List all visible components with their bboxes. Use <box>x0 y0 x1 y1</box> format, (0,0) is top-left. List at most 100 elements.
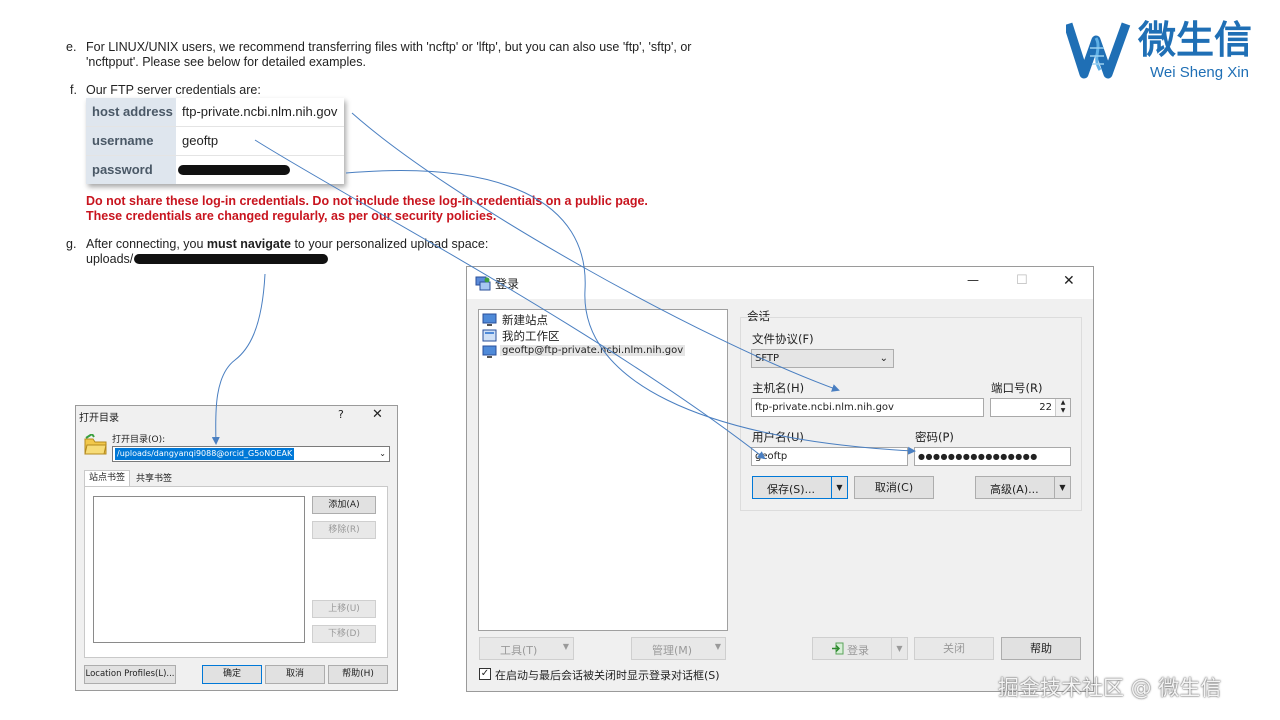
site-item-label: geoftp@ftp-private.ncbi.nlm.nih.gov <box>500 345 686 356</box>
close-button[interactable]: 关闭 <box>914 637 994 660</box>
chevron-down-icon[interactable]: ⌄ <box>880 350 888 367</box>
site-item-label: 新建站点 <box>502 313 548 327</box>
show-login-checkbox-label: 在启动与最后会话被关闭时显示登录对话框(S) <box>495 669 720 682</box>
port-stepper[interactable]: ▲ ▼ <box>1055 399 1070 416</box>
port-value: 22 <box>1039 402 1052 413</box>
item-g-marker: g. <box>66 237 77 251</box>
remove-button[interactable]: 移除(R) <box>312 521 376 539</box>
save-button-label: 保存(S)... <box>767 483 816 496</box>
save-button[interactable]: 保存(S)... ▼ <box>752 476 848 499</box>
close-icon[interactable]: ✕ <box>372 407 383 422</box>
upload-path-prefix: uploads/ <box>86 252 134 266</box>
brand-logo: 微生信 Wei Sheng Xin <box>1066 18 1272 84</box>
item-g-text: After connecting, you must navigate to y… <box>86 237 488 252</box>
redaction-scribble <box>178 165 290 175</box>
login-button[interactable]: 登录 ▼ <box>812 637 908 660</box>
credentials-table: host address ftp-private.ncbi.nlm.nih.go… <box>86 98 344 184</box>
item-g-after: to your personalized upload space: <box>290 237 489 251</box>
app-icon <box>475 276 491 291</box>
dropdown-arrow-icon: ▼ <box>714 642 721 651</box>
login-button-label: 登录 <box>847 644 869 657</box>
host-field[interactable]: ftp-private.ncbi.nlm.nih.gov <box>751 398 984 417</box>
credential-key: host address <box>86 98 176 126</box>
protocol-label: 文件协议(F) <box>752 332 814 346</box>
maximize-icon[interactable]: ☐ <box>1016 273 1028 288</box>
folder-icon <box>84 434 107 455</box>
credential-row-username: username geoftp <box>86 127 344 156</box>
open-directory-dialog: 打开目录 ? ✕ 打开目录(O): /uploads/dangyanqi9088… <box>75 405 398 691</box>
tools-button[interactable]: 工具(T) ▼ <box>479 637 574 660</box>
credential-key: password <box>86 156 176 184</box>
credential-value: geoftp <box>176 127 344 155</box>
dropdown-arrow-icon: ▼ <box>562 642 569 651</box>
username-label: 用户名(U) <box>752 430 804 444</box>
item-e-line2: 'ncftpput'. Please see below for detaile… <box>86 55 366 69</box>
advanced-button-label: 高级(A)... <box>990 483 1039 496</box>
login-dialog: 登录 — ☐ ✕ 新建站点 我的工作区 geoftp@ftp-private.n… <box>466 266 1094 692</box>
minimize-icon[interactable]: — <box>967 273 979 287</box>
credential-value: ftp-private.ncbi.nlm.nih.gov <box>176 98 344 126</box>
move-down-button[interactable]: 下移(D) <box>312 625 376 643</box>
credential-value <box>176 156 344 184</box>
advanced-button[interactable]: 高级(A)... ▼ <box>975 476 1071 499</box>
bookmark-list[interactable] <box>93 496 305 643</box>
dropdown-arrow-icon: ▼ <box>891 638 907 659</box>
brand-name-cn: 微生信 <box>1138 18 1253 62</box>
add-button[interactable]: 添加(A) <box>312 496 376 514</box>
help-button[interactable]: 帮助(H) <box>328 665 388 684</box>
host-label: 主机名(H) <box>752 381 805 395</box>
password-label: 密码(P) <box>915 430 954 444</box>
tab-shared-bookmarks[interactable]: 共享书签 <box>131 472 177 486</box>
item-e-marker: e. <box>66 40 77 54</box>
redaction-scribble <box>134 254 328 264</box>
dir-path-value: /uploads/dangyanqi9088@orcid_G5oNOEAK <box>115 448 295 460</box>
manage-button-label: 管理(M) <box>652 644 693 657</box>
tools-button-label: 工具(T) <box>500 644 538 657</box>
location-profiles-button[interactable]: Location Profiles(L)... <box>84 665 176 684</box>
monitor-icon <box>482 345 497 358</box>
credential-row-password: password <box>86 156 344 184</box>
password-field[interactable]: ●●●●●●●●●●●●●●●● <box>914 447 1071 466</box>
warning-line2: These credentials are changed regularly,… <box>86 209 497 223</box>
upload-path: uploads/ <box>86 252 133 267</box>
dir-label: 打开目录(O): <box>112 435 166 445</box>
item-f-text: Our FTP server credentials are: <box>86 83 261 97</box>
item-g-before: After connecting, you <box>86 237 207 251</box>
dna-w-icon <box>1066 22 1131 79</box>
protocol-value: SFTP <box>755 353 780 364</box>
item-e-line1: For LINUX/UNIX users, we recommend trans… <box>86 40 692 54</box>
show-login-checkbox[interactable]: ✓ <box>479 668 491 680</box>
chevron-down-icon[interactable]: ⌄ <box>379 447 386 461</box>
credential-key: username <box>86 127 176 155</box>
port-field[interactable]: 22 ▲ ▼ <box>990 398 1071 417</box>
brand-name-en: Wei Sheng Xin <box>1150 64 1249 81</box>
title-bar <box>467 267 1093 299</box>
watermark: 掘金技术社区 @ 微生信 <box>998 676 1222 700</box>
item-f-marker: f. <box>70 83 77 97</box>
warning-line1: Do not share these log-in credentials. D… <box>86 194 648 208</box>
manage-button[interactable]: 管理(M) ▼ <box>631 637 726 660</box>
move-up-button[interactable]: 上移(U) <box>312 600 376 618</box>
protocol-select[interactable]: SFTP ⌄ <box>751 349 894 368</box>
help-button[interactable]: 帮助 <box>1001 637 1081 660</box>
site-tree[interactable]: 新建站点 我的工作区 geoftp@ftp-private.ncbi.nlm.n… <box>478 309 728 631</box>
username-field[interactable]: geoftp <box>751 447 908 466</box>
dropdown-arrow-icon[interactable]: ▼ <box>1054 477 1070 498</box>
dir-path-select[interactable]: /uploads/dangyanqi9088@orcid_G5oNOEAK ⌄ <box>112 446 390 462</box>
tab-label: 站点书签 <box>88 473 125 483</box>
site-item-label: 我的工作区 <box>502 329 560 343</box>
close-icon[interactable]: ✕ <box>1063 273 1075 289</box>
cancel-button[interactable]: 取消(C) <box>854 476 934 499</box>
monitor-icon <box>482 313 497 326</box>
tab-site-bookmarks[interactable]: 站点书签 <box>84 470 130 486</box>
dialog-title: 登录 <box>495 277 520 291</box>
help-icon[interactable]: ? <box>338 408 344 421</box>
ok-button[interactable]: 确定 <box>202 665 262 684</box>
port-label: 端口号(R) <box>991 381 1043 395</box>
login-icon <box>832 642 844 655</box>
dialog-title: 打开目录 <box>79 413 119 424</box>
cancel-button[interactable]: 取消 <box>265 665 325 684</box>
item-g-bold: must navigate <box>206 237 291 251</box>
dropdown-arrow-icon[interactable]: ▼ <box>831 477 847 498</box>
tab-label: 共享书签 <box>135 474 172 484</box>
